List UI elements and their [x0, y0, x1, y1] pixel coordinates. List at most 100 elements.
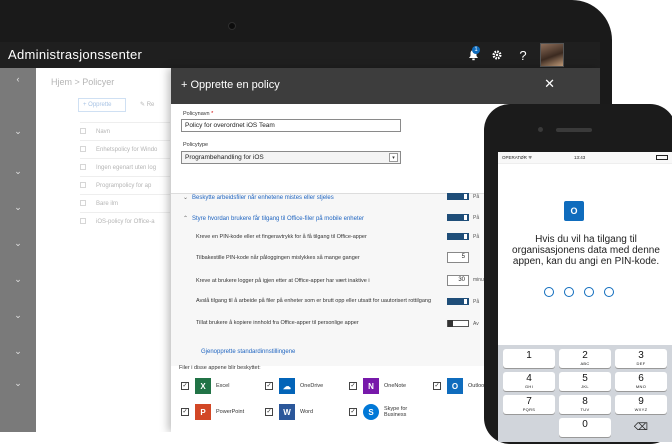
key-7[interactable]: 7 PQRS	[503, 395, 555, 414]
table-row[interactable]: Ingen egenart uten log	[80, 158, 170, 176]
policy-type-label: Policytype	[183, 142, 209, 148]
phone-status-bar: OPERATØR ᯤ 13:43	[498, 152, 672, 164]
inactivity-minutes-input[interactable]: 30	[447, 275, 469, 286]
reset-pin-attempts-input[interactable]: 5	[447, 252, 469, 263]
key-5[interactable]: 5 JKL	[559, 372, 611, 391]
left-nav: ‹ ⌄ ⌄ ⌄ ⌄ ⌄ ⌄ ⌄ ⌄	[0, 68, 36, 432]
block-jailbroken-toggle[interactable]	[447, 298, 469, 305]
table-row[interactable]: Bare ilm	[80, 194, 170, 212]
checkbox[interactable]: ✓	[349, 408, 357, 416]
section-office-access[interactable]: ⌃ Styre hvordan brukere får tilgang til O…	[183, 215, 364, 222]
setting-copy-content: Tillat brukere å kopiere innhold fra Off…	[196, 320, 359, 326]
skype-icon: S	[363, 404, 379, 420]
checkbox[interactable]	[80, 146, 86, 152]
checkbox[interactable]: ✓	[181, 382, 189, 390]
background-page: Hjem > Policyer + Opprette ✎ Re Navn Enh…	[36, 68, 176, 432]
pin-dot	[584, 287, 594, 297]
notification-badge: 1	[472, 46, 480, 54]
backspace-icon[interactable]: ⌫	[615, 418, 667, 437]
key-4[interactable]: 4 GHI	[503, 372, 555, 391]
setting-block-jailbroken: Avslå tilgang til å arbeide på filer på …	[196, 298, 432, 304]
nav-chevron-icon[interactable]: ⌄	[13, 346, 23, 357]
outlook-icon: O	[564, 201, 584, 221]
column-header: Navn	[80, 122, 170, 140]
setting-require-pin: Kreve en PIN-kode eller et fingeravtrykk…	[196, 234, 367, 240]
nav-chevron-icon[interactable]: ⌄	[13, 310, 23, 321]
checkbox[interactable]: ✓	[181, 408, 189, 416]
new-policy-button[interactable]: + Opprette	[78, 98, 126, 112]
pin-dot	[564, 287, 574, 297]
key-3[interactable]: 3 DEF	[615, 349, 667, 368]
checkbox[interactable]	[80, 164, 86, 170]
breadcrumb[interactable]: Hjem > Policyer	[51, 77, 114, 87]
checkbox[interactable]	[80, 218, 86, 224]
setting-reset-pin: Tilbakestille PIN-kode når påloggingen m…	[196, 255, 360, 261]
pin-message: Hvis du vil ha tilgang til organisasjone…	[512, 234, 660, 267]
policy-name-input[interactable]: Policy for overordnet iOS Team	[181, 119, 401, 132]
help-icon[interactable]: ?	[510, 42, 536, 68]
table-row[interactable]: iOS-policy for Office-a	[80, 212, 170, 230]
key-blank	[503, 418, 555, 437]
app-word[interactable]: ✓ W Word	[265, 402, 313, 422]
restore-defaults-link[interactable]: Gjenopprette standardinnstillingene	[201, 349, 295, 355]
key-1[interactable]: 1	[503, 349, 555, 368]
app-powerpoint[interactable]: ✓ P PowerPoint	[181, 402, 244, 422]
table-row[interactable]: Programpolicy for ap	[80, 176, 170, 194]
phone-speaker	[556, 128, 592, 132]
checkbox[interactable]	[80, 128, 86, 134]
panel-header: + Opprette en policy ✕	[171, 68, 600, 104]
nav-chevron-icon[interactable]: ⌄	[13, 166, 23, 177]
panel-title: + Opprette en policy	[181, 79, 280, 91]
onenote-icon: N	[363, 378, 379, 394]
nav-chevron-icon[interactable]: ⌄	[13, 378, 23, 389]
section-toggle[interactable]	[447, 193, 469, 200]
gear-icon[interactable]	[484, 42, 510, 68]
chevron-down-icon: ⌄	[183, 195, 189, 201]
setting-reauth: Kreve at brukere logger på igjen etter a…	[196, 278, 370, 284]
require-pin-toggle[interactable]	[447, 233, 469, 240]
copy-content-toggle[interactable]	[447, 320, 469, 327]
app-title: Administrasjonssenter	[8, 47, 143, 62]
policy-type-select[interactable]: Programbehandling for iOS ▾	[181, 151, 401, 164]
app-outlook[interactable]: ✓ O Outlook	[433, 376, 487, 396]
key-2[interactable]: 2 ABC	[559, 349, 611, 368]
key-8[interactable]: 8 TUV	[559, 395, 611, 414]
checkbox[interactable]	[80, 200, 86, 206]
key-6[interactable]: 6 MNO	[615, 372, 667, 391]
checkbox[interactable]: ✓	[433, 382, 441, 390]
onedrive-icon: ☁	[279, 378, 295, 394]
chevron-down-icon: ▾	[389, 153, 398, 162]
edit-button[interactable]: ✎ Re	[140, 101, 154, 108]
app-onedrive[interactable]: ✓ ☁ OneDrive	[265, 376, 323, 396]
table-row[interactable]: Enhetspolicy for Windo	[80, 140, 170, 158]
app-onenote[interactable]: ✓ N OneNote	[349, 376, 406, 396]
laptop-camera	[228, 22, 236, 30]
collapse-icon[interactable]: ‹	[13, 74, 23, 84]
nav-chevron-icon[interactable]: ⌄	[13, 238, 23, 249]
policy-name-label: Policynavn *	[183, 111, 214, 117]
checkbox[interactable]: ✓	[265, 382, 273, 390]
app-skype[interactable]: ✓ S Skype for Business	[349, 402, 420, 422]
close-icon[interactable]: ✕	[544, 76, 555, 92]
section-toggle[interactable]	[447, 214, 469, 221]
pin-dots	[544, 287, 614, 297]
app-excel[interactable]: ✓ X Excel	[181, 376, 229, 396]
powerpoint-icon: P	[195, 404, 211, 420]
section-protect-files[interactable]: ⌄ Beskytte arbeidsfiler når enhetene mist…	[183, 194, 334, 201]
avatar[interactable]	[540, 43, 564, 67]
toggle-label: På	[473, 234, 480, 240]
checkbox[interactable]: ✓	[265, 408, 273, 416]
top-bar: Administrasjonssenter 1 ?	[0, 42, 600, 68]
toggle-label: På	[473, 194, 480, 200]
nav-chevron-icon[interactable]: ⌄	[13, 274, 23, 285]
pin-dot	[544, 287, 554, 297]
nav-chevron-icon[interactable]: ⌄	[13, 126, 23, 137]
phone-camera	[538, 127, 543, 132]
toggle-label: På	[473, 299, 480, 305]
toggle-label: På	[473, 215, 480, 221]
key-0[interactable]: 0	[559, 418, 611, 437]
checkbox[interactable]: ✓	[349, 382, 357, 390]
checkbox[interactable]	[80, 182, 86, 188]
key-9[interactable]: 9 WXYZ	[615, 395, 667, 414]
nav-chevron-icon[interactable]: ⌄	[13, 202, 23, 213]
